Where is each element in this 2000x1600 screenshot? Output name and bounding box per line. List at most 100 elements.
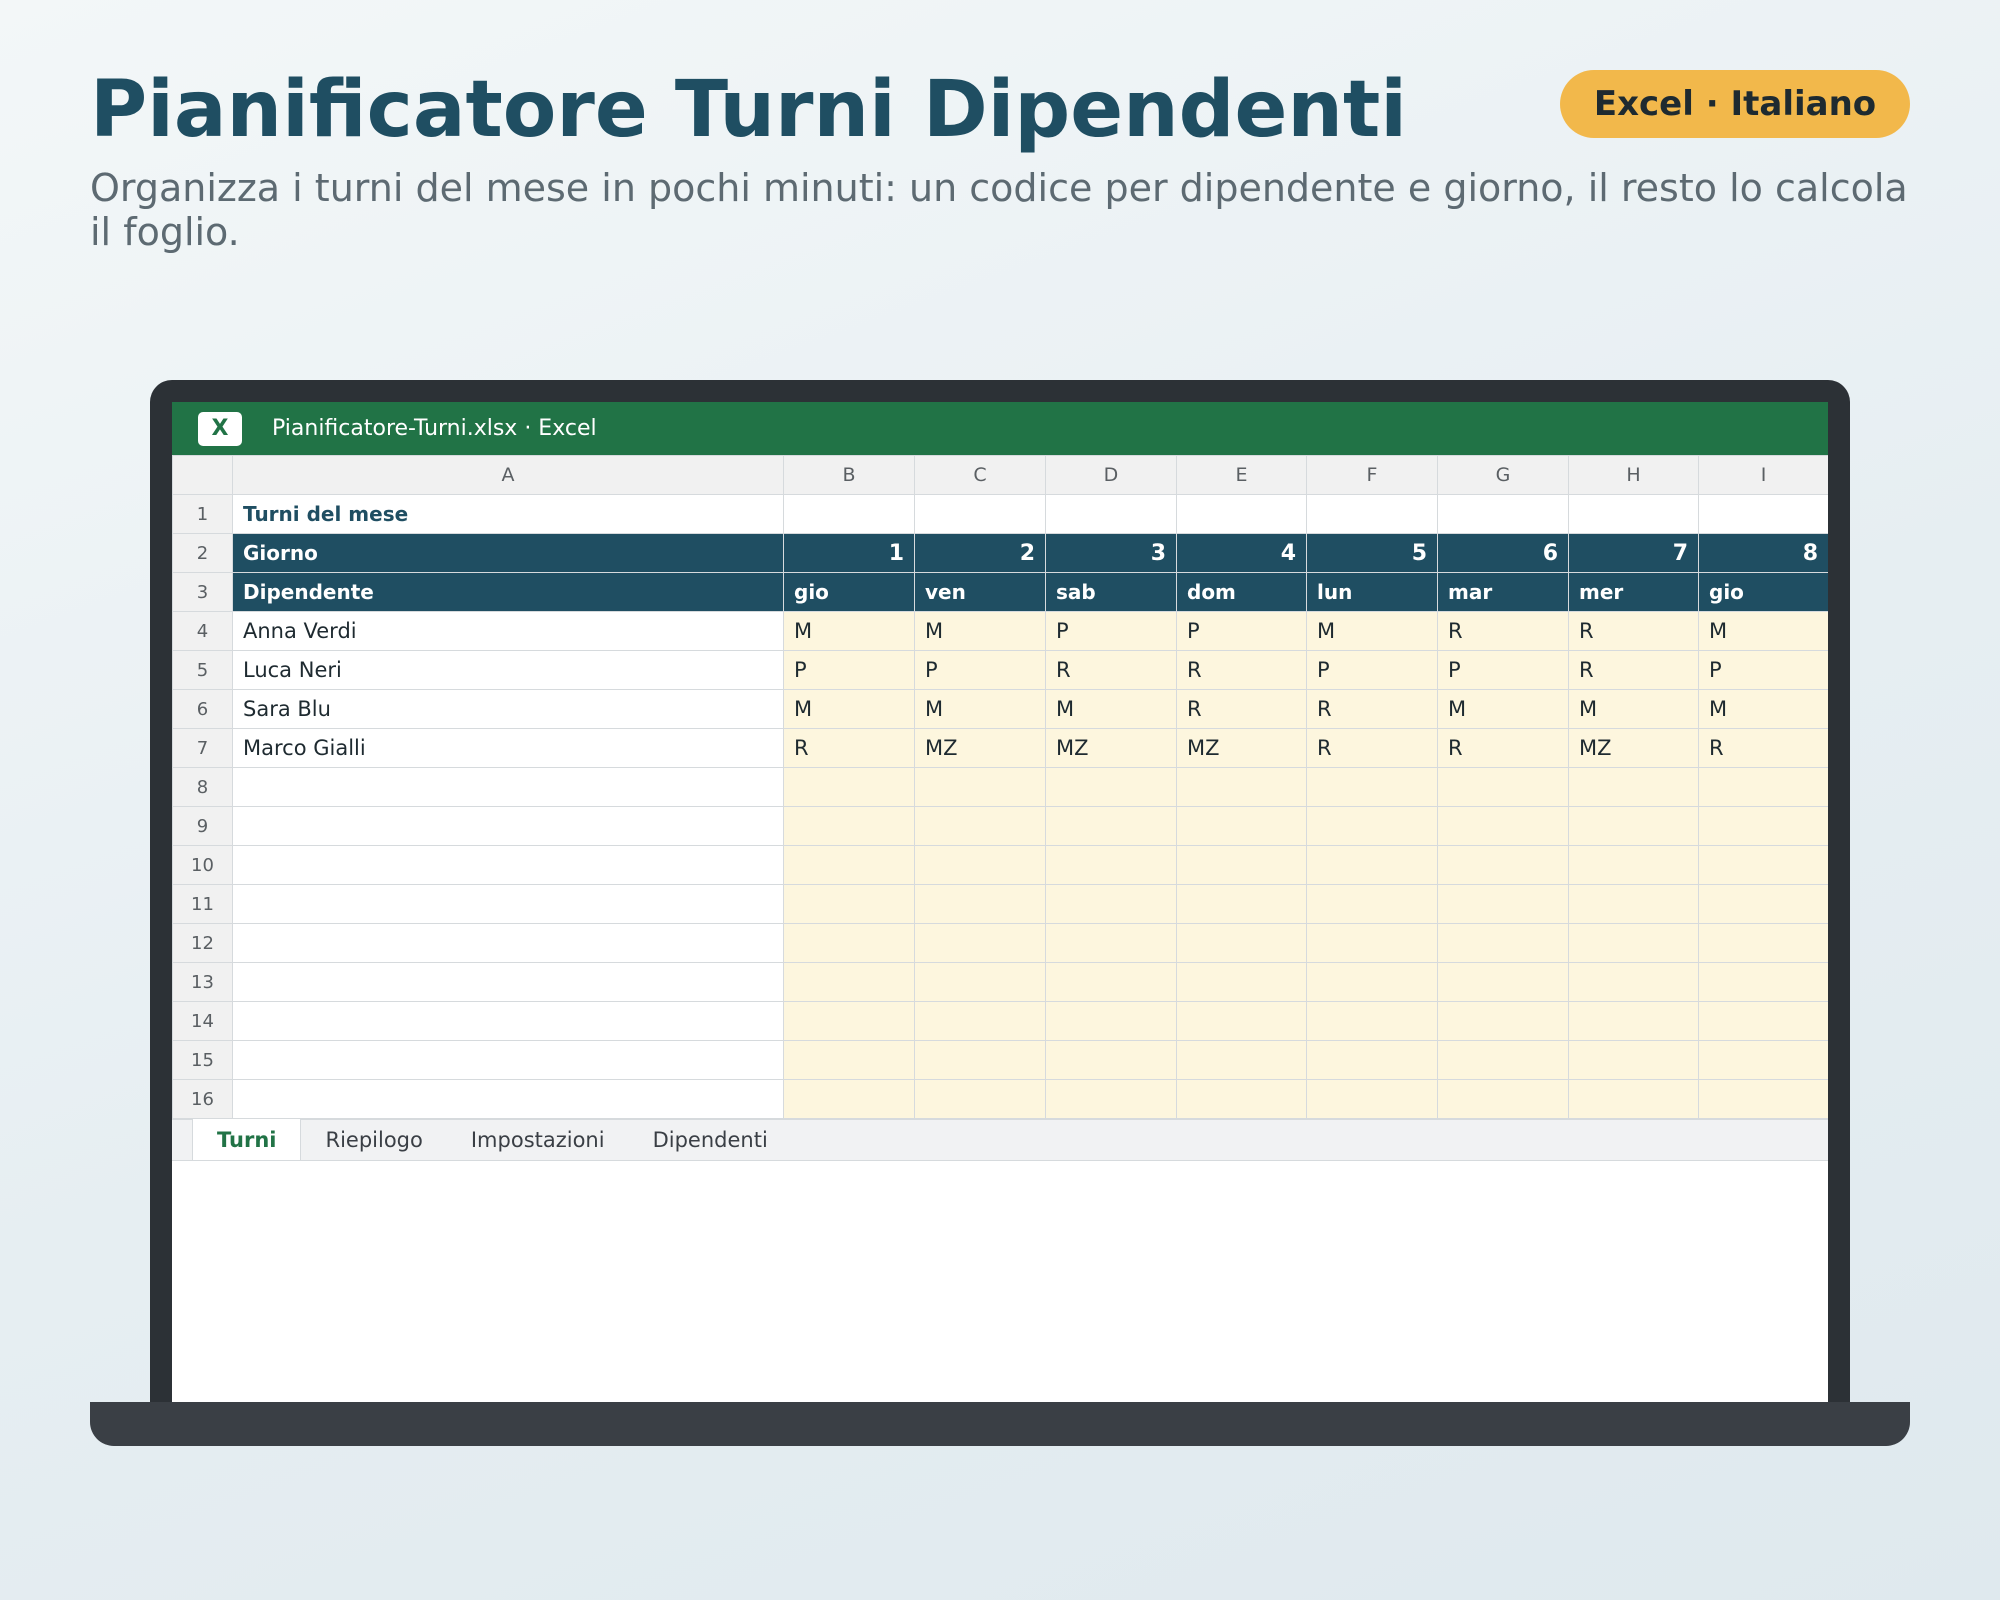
weekday-cell[interactable]: mer — [1568, 572, 1699, 612]
day-number-cell[interactable]: 6 — [1437, 533, 1569, 573]
row-number[interactable]: 16 — [172, 1079, 233, 1119]
row-number[interactable]: 4 — [172, 611, 233, 651]
empty-shift-cell[interactable] — [1437, 884, 1569, 924]
shift-code-cell[interactable]: M — [783, 611, 915, 651]
sheet-tab-impostazioni[interactable]: Impostazioni — [447, 1120, 629, 1160]
weekday-cell[interactable]: sab — [1045, 572, 1177, 612]
empty-shift-cell[interactable] — [1045, 806, 1177, 846]
empty-shift-cell[interactable] — [783, 806, 915, 846]
row-number[interactable]: 3 — [172, 572, 233, 612]
weekday-cell[interactable]: gio — [783, 572, 915, 612]
empty-cell[interactable] — [1045, 494, 1177, 534]
empty-shift-cell[interactable] — [1045, 923, 1177, 963]
empty-shift-cell[interactable] — [914, 1079, 1046, 1119]
empty-shift-cell[interactable] — [1568, 884, 1699, 924]
row-number[interactable]: 10 — [172, 845, 233, 885]
row-number[interactable]: 5 — [172, 650, 233, 690]
column-header[interactable]: A — [232, 455, 784, 495]
row-number[interactable]: 2 — [172, 533, 233, 573]
empty-shift-cell[interactable] — [1176, 962, 1307, 1002]
empty-shift-cell[interactable] — [1176, 1040, 1307, 1080]
row-number[interactable]: 8 — [172, 767, 233, 807]
sheet-tab-dipendenti[interactable]: Dipendenti — [629, 1120, 792, 1160]
row-number[interactable]: 6 — [172, 689, 233, 729]
row-number[interactable]: 1 — [172, 494, 233, 534]
empty-shift-cell[interactable] — [783, 1001, 915, 1041]
shift-code-cell[interactable]: M — [914, 689, 1046, 729]
row-number[interactable]: 13 — [172, 962, 233, 1002]
empty-shift-cell[interactable] — [1306, 845, 1438, 885]
shift-code-cell[interactable]: P — [1045, 611, 1177, 651]
column-header[interactable]: G — [1437, 455, 1569, 495]
empty-shift-cell[interactable] — [783, 884, 915, 924]
employee-name-cell[interactable]: Marco Gialli — [232, 728, 784, 768]
shift-code-cell[interactable]: R — [1568, 650, 1699, 690]
empty-shift-cell[interactable] — [914, 767, 1046, 807]
shift-code-cell[interactable]: P — [783, 650, 915, 690]
empty-cell[interactable] — [783, 494, 915, 534]
empty-shift-cell[interactable] — [1698, 1079, 1828, 1119]
empty-shift-cell[interactable] — [1568, 1001, 1699, 1041]
column-header[interactable]: C — [914, 455, 1046, 495]
empty-shift-cell[interactable] — [914, 884, 1046, 924]
row-number[interactable]: 9 — [172, 806, 233, 846]
empty-cell[interactable] — [1698, 494, 1828, 534]
day-number-cell[interactable]: 5 — [1306, 533, 1438, 573]
row-number[interactable]: 14 — [172, 1001, 233, 1041]
empty-shift-cell[interactable] — [1306, 1079, 1438, 1119]
empty-shift-cell[interactable] — [783, 962, 915, 1002]
shift-code-cell[interactable]: M — [914, 611, 1046, 651]
empty-shift-cell[interactable] — [1698, 1040, 1828, 1080]
employee-name-cell[interactable]: Anna Verdi — [232, 611, 784, 651]
empty-cell[interactable] — [1176, 494, 1307, 534]
empty-shift-cell[interactable] — [1176, 845, 1307, 885]
empty-shift-cell[interactable] — [783, 845, 915, 885]
shift-code-cell[interactable]: P — [1306, 650, 1438, 690]
row-number[interactable]: 11 — [172, 884, 233, 924]
empty-shift-cell[interactable] — [1437, 1040, 1569, 1080]
empty-shift-cell[interactable] — [1306, 1001, 1438, 1041]
employee-name-cell[interactable]: Luca Neri — [232, 650, 784, 690]
column-header[interactable]: I — [1698, 455, 1828, 495]
empty-shift-cell[interactable] — [1045, 962, 1177, 1002]
empty-shift-cell[interactable] — [1568, 1040, 1699, 1080]
empty-name-cell[interactable] — [232, 1040, 784, 1080]
empty-shift-cell[interactable] — [1698, 845, 1828, 885]
empty-shift-cell[interactable] — [1306, 884, 1438, 924]
empty-shift-cell[interactable] — [1698, 884, 1828, 924]
empty-shift-cell[interactable] — [1698, 806, 1828, 846]
shift-code-cell[interactable]: R — [1437, 728, 1569, 768]
empty-name-cell[interactable] — [232, 1079, 784, 1119]
empty-shift-cell[interactable] — [1698, 923, 1828, 963]
empty-name-cell[interactable] — [232, 767, 784, 807]
shift-code-cell[interactable]: M — [1045, 689, 1177, 729]
column-header[interactable]: E — [1176, 455, 1307, 495]
shift-code-cell[interactable]: R — [1176, 650, 1307, 690]
empty-shift-cell[interactable] — [1176, 1079, 1307, 1119]
empty-shift-cell[interactable] — [1437, 806, 1569, 846]
day-number-cell[interactable]: 1 — [783, 533, 915, 573]
weekday-cell[interactable]: mar — [1437, 572, 1569, 612]
empty-name-cell[interactable] — [232, 1001, 784, 1041]
empty-cell[interactable] — [1437, 494, 1569, 534]
empty-cell[interactable] — [1568, 494, 1699, 534]
empty-shift-cell[interactable] — [914, 923, 1046, 963]
empty-shift-cell[interactable] — [1306, 962, 1438, 1002]
empty-cell[interactable] — [1306, 494, 1438, 534]
empty-shift-cell[interactable] — [1437, 845, 1569, 885]
shift-code-cell[interactable]: M — [1437, 689, 1569, 729]
empty-shift-cell[interactable] — [1437, 962, 1569, 1002]
empty-shift-cell[interactable] — [1306, 767, 1438, 807]
empty-shift-cell[interactable] — [1176, 767, 1307, 807]
day-number-cell[interactable]: 4 — [1176, 533, 1307, 573]
empty-shift-cell[interactable] — [1568, 962, 1699, 1002]
empty-shift-cell[interactable] — [1045, 1079, 1177, 1119]
weekday-cell[interactable]: ven — [914, 572, 1046, 612]
empty-shift-cell[interactable] — [1045, 767, 1177, 807]
empty-name-cell[interactable] — [232, 884, 784, 924]
empty-name-cell[interactable] — [232, 806, 784, 846]
column-header[interactable]: D — [1045, 455, 1177, 495]
shift-code-cell[interactable]: M — [1306, 611, 1438, 651]
day-number-cell[interactable]: 8 — [1698, 533, 1828, 573]
empty-shift-cell[interactable] — [1437, 767, 1569, 807]
